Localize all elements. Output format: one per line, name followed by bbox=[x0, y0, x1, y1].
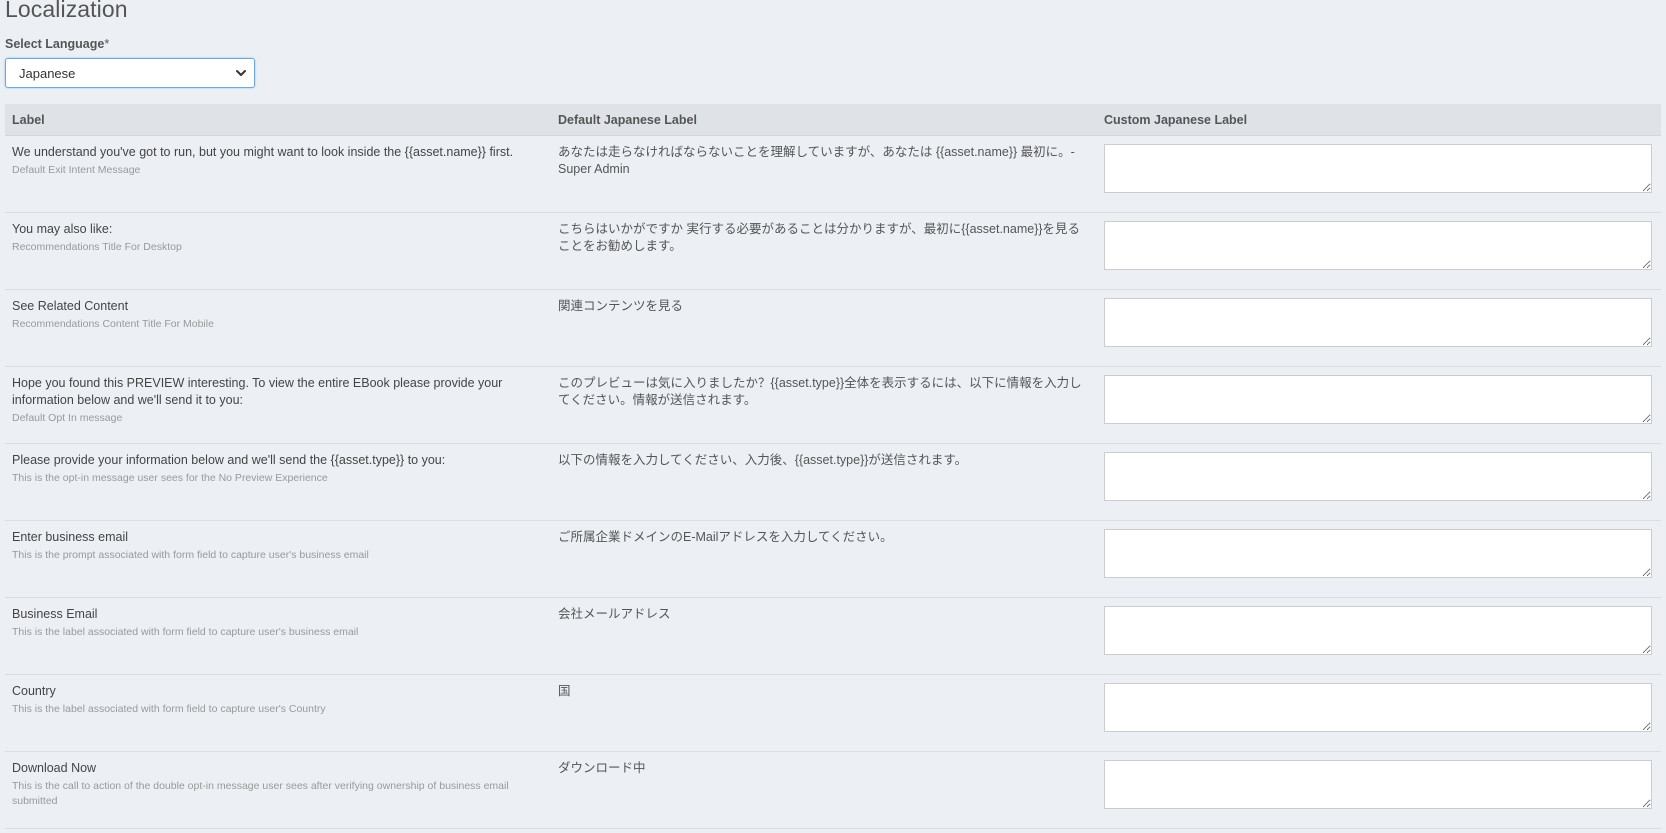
default-label-cell: 関連コンテンツを見る bbox=[551, 290, 1097, 366]
default-label-cell: ご所属企業ドメインのE-Mailアドレスを入力してください。 bbox=[551, 521, 1097, 597]
table-row: Please provide your information below an… bbox=[5, 444, 1661, 521]
default-label-text: このプレビューは気に入りましたか？{{asset.type}}全体を表示するには… bbox=[558, 376, 1082, 407]
custom-label-cell bbox=[1097, 598, 1661, 674]
table-row: See Related Content Recommendations Conte… bbox=[5, 290, 1661, 367]
default-label-text: ダウンロード中 bbox=[558, 761, 646, 775]
custom-label-cell bbox=[1097, 752, 1661, 828]
table-header: Label Default Japanese Label Custom Japa… bbox=[5, 104, 1661, 136]
header-default-label: Default Japanese Label bbox=[558, 112, 697, 127]
table-row: Enter business email This is the prompt a… bbox=[5, 521, 1661, 598]
default-label-text: 国 bbox=[558, 684, 571, 698]
required-mark: * bbox=[104, 37, 110, 51]
default-label-text: 関連コンテンツを見る bbox=[558, 299, 684, 313]
default-label-cell: 会社メールアドレス bbox=[551, 598, 1097, 674]
default-label-cell: 以下の情報を入力してください、入力後、{{asset.type}}が送信されます… bbox=[551, 444, 1097, 520]
table-row: Country This is the label associated with… bbox=[5, 675, 1661, 752]
label-cell: We understand you've got to run, but you… bbox=[5, 136, 551, 212]
table-body: We understand you've got to run, but you… bbox=[5, 136, 1661, 829]
language-select-value: Japanese bbox=[19, 66, 76, 81]
language-select[interactable]: Japanese bbox=[5, 58, 255, 88]
select-language-label-text: Select Language bbox=[5, 37, 105, 51]
default-label-cell: 国 bbox=[551, 675, 1097, 751]
page-title: Localization bbox=[5, 0, 128, 22]
default-label-text: こちらはいかがですか 実行する必要があることは分かりますが、最初に{{asset… bbox=[558, 222, 1081, 253]
custom-label-input[interactable] bbox=[1104, 221, 1652, 270]
label-description: This is the label associated with form f… bbox=[12, 626, 359, 638]
custom-label-cell bbox=[1097, 213, 1661, 289]
default-label-cell: このプレビューは気に入りましたか？{{asset.type}}全体を表示するには… bbox=[551, 367, 1097, 443]
header-label: Label bbox=[12, 112, 45, 127]
label-description: Default Opt In message bbox=[12, 412, 123, 424]
default-label-text: ご所属企業ドメインのE-Mailアドレスを入力してください。 bbox=[558, 530, 893, 544]
label-text: Business Email bbox=[12, 607, 98, 621]
label-text: Please provide your information below an… bbox=[12, 453, 446, 467]
label-text: Enter business email bbox=[12, 530, 129, 544]
label-description: This is the prompt associated with form … bbox=[12, 549, 369, 561]
localization-table: Label Default Japanese Label Custom Japa… bbox=[5, 104, 1661, 829]
custom-label-cell bbox=[1097, 675, 1661, 751]
label-description: This is the call to action of the double… bbox=[12, 780, 509, 807]
custom-label-input[interactable] bbox=[1104, 144, 1652, 193]
label-text: We understand you've got to run, but you… bbox=[12, 145, 514, 159]
header-custom-label: Custom Japanese Label bbox=[1104, 112, 1248, 127]
label-description: This is the label associated with form f… bbox=[12, 703, 326, 715]
label-text: Hope you found this PREVIEW interesting.… bbox=[12, 376, 503, 407]
label-cell: Download Now This is the call to action o… bbox=[5, 752, 551, 828]
label-description: Recommendations Title For Desktop bbox=[12, 241, 182, 253]
label-cell: Business Email This is the label associat… bbox=[5, 598, 551, 674]
custom-label-cell bbox=[1097, 444, 1661, 520]
select-language-label: Select Language* bbox=[5, 37, 109, 51]
label-cell: Please provide your information below an… bbox=[5, 444, 551, 520]
custom-label-input[interactable] bbox=[1104, 529, 1652, 578]
label-cell: Enter business email This is the prompt a… bbox=[5, 521, 551, 597]
default-label-cell: こちらはいかがですか 実行する必要があることは分かりますが、最初に{{asset… bbox=[551, 213, 1097, 289]
table-row: We understand you've got to run, but you… bbox=[5, 136, 1661, 213]
custom-label-cell bbox=[1097, 521, 1661, 597]
label-text: Download Now bbox=[12, 761, 97, 775]
custom-label-input[interactable] bbox=[1104, 606, 1652, 655]
table-row: Download Now This is the call to action o… bbox=[5, 752, 1661, 829]
custom-label-cell bbox=[1097, 290, 1661, 366]
default-label-text: あなたは走らなければならないことを理解していますが、あなたは {{asset.n… bbox=[558, 145, 1075, 176]
label-text: You may also like: bbox=[12, 222, 113, 236]
localization-page: Localization Select Language* Japanese L… bbox=[0, 0, 1666, 833]
label-description: This is the opt-in message user sees for… bbox=[12, 472, 328, 484]
table-row: Hope you found this PREVIEW interesting.… bbox=[5, 367, 1661, 444]
default-label-cell: ダウンロード中 bbox=[551, 752, 1097, 828]
table-row: You may also like: Recommendations Title … bbox=[5, 213, 1661, 290]
label-description: Recommendations Content Title For Mobile bbox=[12, 318, 214, 330]
custom-label-input[interactable] bbox=[1104, 298, 1652, 347]
label-cell: Country This is the label associated with… bbox=[5, 675, 551, 751]
custom-label-input[interactable] bbox=[1104, 683, 1652, 732]
label-cell: See Related Content Recommendations Conte… bbox=[5, 290, 551, 366]
label-text: See Related Content bbox=[12, 299, 129, 313]
default-label-text: 会社メールアドレス bbox=[558, 607, 671, 621]
default-label-cell: あなたは走らなければならないことを理解していますが、あなたは {{asset.n… bbox=[551, 136, 1097, 212]
table-row: Business Email This is the label associat… bbox=[5, 598, 1661, 675]
custom-label-input[interactable] bbox=[1104, 760, 1652, 809]
label-cell: You may also like: Recommendations Title … bbox=[5, 213, 551, 289]
default-label-text: 以下の情報を入力してください、入力後、{{asset.type}}が送信されます… bbox=[558, 453, 968, 467]
label-text: Country bbox=[12, 684, 56, 698]
custom-label-cell bbox=[1097, 367, 1661, 443]
custom-label-input[interactable] bbox=[1104, 452, 1652, 501]
chevron-down-icon bbox=[236, 70, 246, 76]
label-description: Default Exit Intent Message bbox=[12, 164, 141, 176]
label-cell: Hope you found this PREVIEW interesting.… bbox=[5, 367, 551, 443]
custom-label-cell bbox=[1097, 136, 1661, 212]
custom-label-input[interactable] bbox=[1104, 375, 1652, 424]
